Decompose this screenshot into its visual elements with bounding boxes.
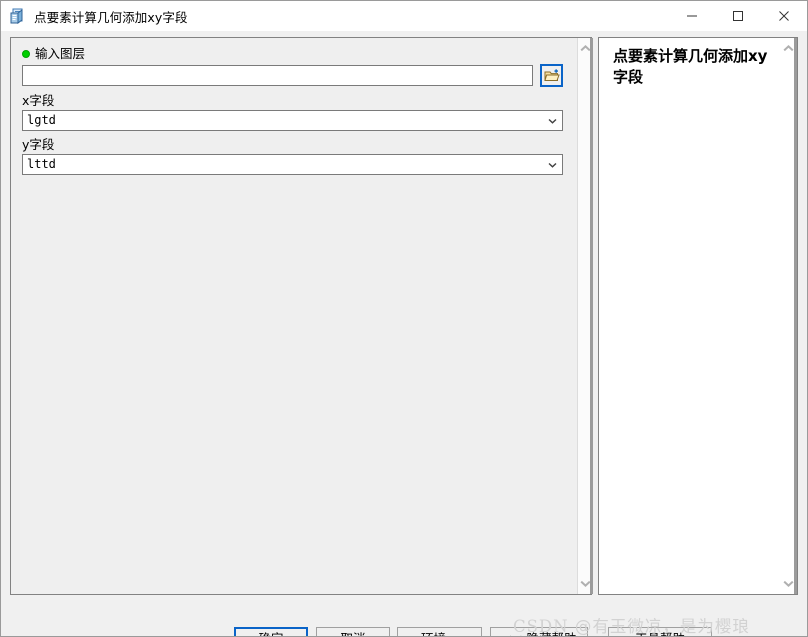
field-input-layer: 输入图层: [11, 46, 577, 87]
help-panel: 点要素计算几何添加xy字段: [598, 37, 798, 595]
window-title: 点要素计算几何添加xy字段: [34, 9, 188, 25]
field-input-layer-label: 输入图层: [35, 46, 86, 61]
tool-help-button[interactable]: 工具帮助: [608, 627, 712, 636]
title-bar: 点要素计算几何添加xy字段: [1, 1, 807, 31]
parameters-scrollbar[interactable]: [577, 38, 593, 594]
field-y-field-label: y字段: [22, 137, 55, 152]
help-content: 点要素计算几何添加xy字段: [599, 38, 781, 594]
maximize-button[interactable]: [715, 1, 761, 31]
chevron-down-icon[interactable]: [543, 155, 562, 174]
help-title: 点要素计算几何添加xy字段: [613, 47, 768, 86]
open-folder-add-icon: [543, 68, 560, 81]
help-scrollbar-track[interactable]: [794, 38, 797, 594]
dialog-window: 点要素计算几何添加xy字段 输入图层 x字段 lgtd y字段 lttd 点要素…: [0, 0, 808, 637]
close-icon: [779, 11, 789, 21]
chevron-down-icon[interactable]: [543, 111, 562, 130]
y-field-combobox[interactable]: lttd: [22, 154, 563, 175]
help-scrollbar[interactable]: [781, 38, 797, 594]
environments-button[interactable]: 环境...: [397, 627, 482, 636]
parameters-list: 输入图层 x字段 lgtd y字段 lttd: [11, 38, 577, 594]
required-dot-icon: [22, 49, 30, 58]
button-bar: 确定 取消 环境... << 隐藏帮助 工具帮助: [1, 606, 807, 636]
field-x-field-label: x字段: [22, 93, 55, 108]
window-controls: [669, 1, 807, 31]
input-layer-input[interactable]: [22, 65, 533, 86]
field-input-layer-label-row: 输入图层: [22, 46, 563, 61]
x-field-value: lgtd: [27, 113, 56, 127]
script-tool-icon: [9, 7, 27, 25]
dialog-content: 输入图层 x字段 lgtd y字段 lttd 点要素计算几何添加xy字段: [1, 31, 807, 636]
scrollbar-track[interactable]: [590, 38, 593, 594]
field-input-layer-row: [22, 64, 563, 87]
parameters-panel: 输入图层 x字段 lgtd y字段 lttd: [10, 37, 593, 595]
field-x-field: x字段 lgtd: [11, 93, 577, 131]
close-button[interactable]: [761, 1, 807, 31]
browse-folder-button[interactable]: [540, 64, 563, 87]
minimize-button[interactable]: [669, 1, 715, 31]
ok-button[interactable]: 确定: [234, 627, 308, 636]
minimize-icon: [687, 15, 697, 17]
maximize-icon: [733, 11, 743, 21]
x-field-combobox[interactable]: lgtd: [22, 110, 563, 131]
cancel-button[interactable]: 取消: [316, 627, 390, 636]
field-y-field: y字段 lttd: [11, 137, 577, 175]
y-field-value: lttd: [27, 157, 56, 171]
hide-help-button[interactable]: << 隐藏帮助: [490, 627, 588, 636]
